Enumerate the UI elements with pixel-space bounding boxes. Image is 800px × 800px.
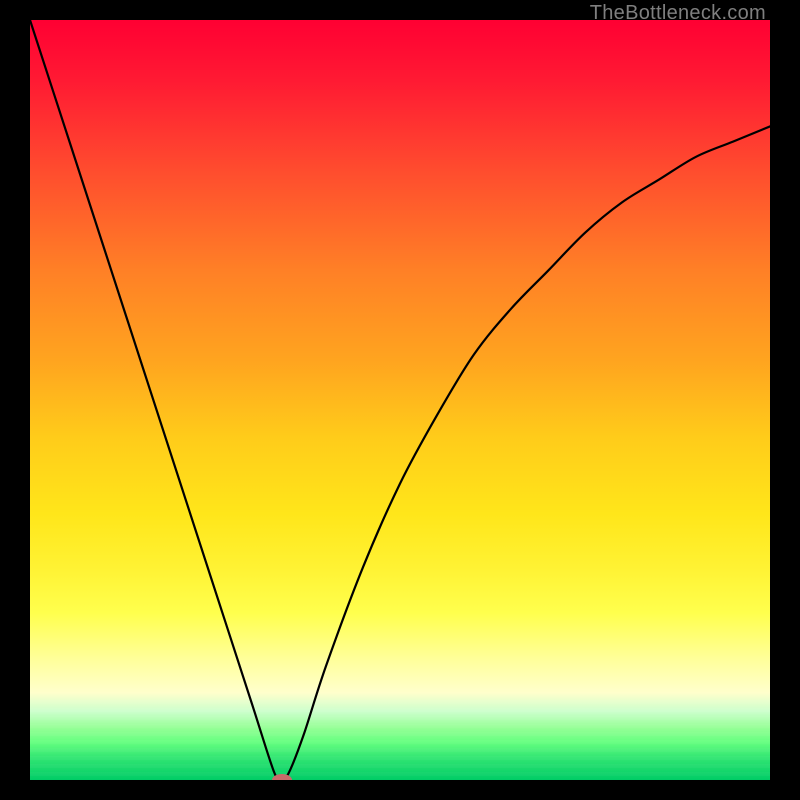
plot-area: [30, 20, 770, 780]
chart-frame: TheBottleneck.com: [0, 0, 800, 800]
gradient-background: [30, 20, 770, 780]
optimal-point-marker: [272, 774, 292, 780]
